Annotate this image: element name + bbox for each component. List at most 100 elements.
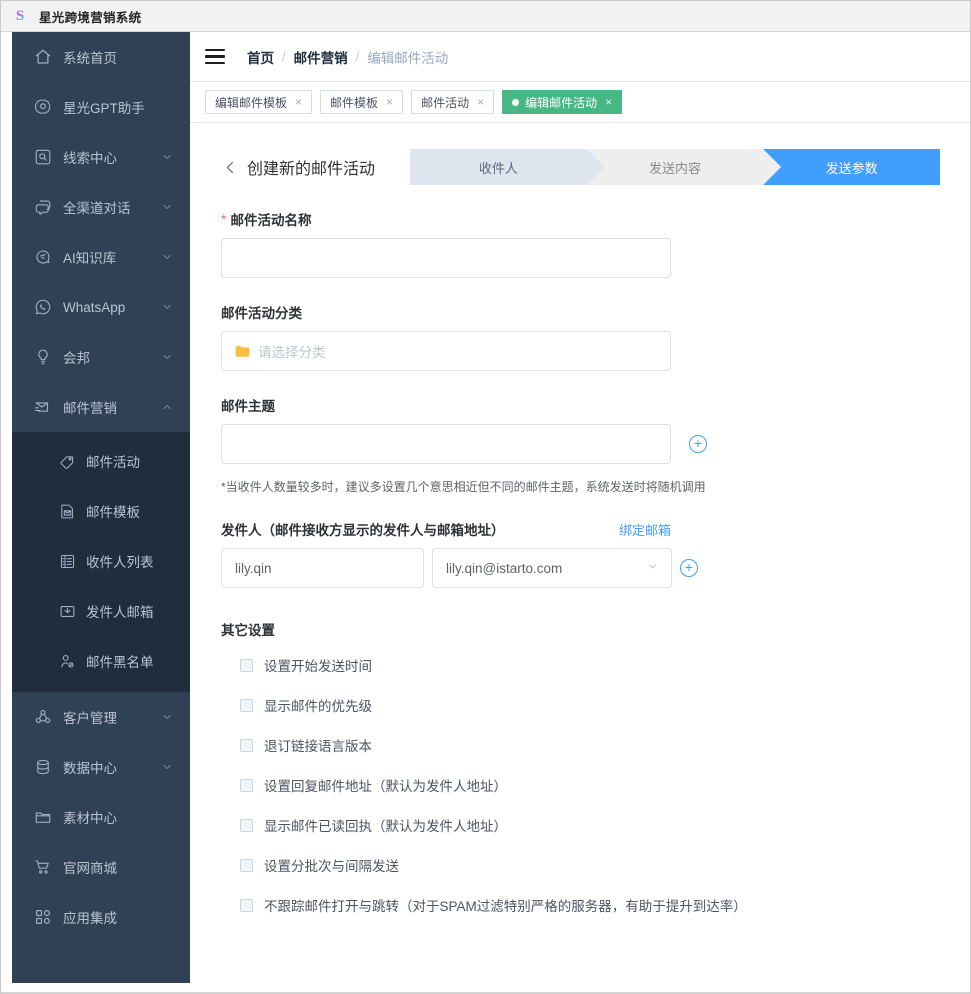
sidebar-item-home[interactable]: 系统首页 <box>12 32 190 82</box>
required-mark: * <box>221 211 227 227</box>
sidebar-item-huibang[interactable]: 会邦 <box>12 332 190 382</box>
campaign-name-input[interactable] <box>221 238 671 278</box>
chevron-up-icon <box>160 400 174 414</box>
chevron-down-icon <box>647 561 658 575</box>
sidebar-item-data-center[interactable]: 数据中心 <box>12 742 190 792</box>
sidebar-item-email-template[interactable]: 邮件模板 <box>12 486 190 536</box>
step-label: 发送参数 <box>825 160 878 176</box>
hamburger-icon[interactable] <box>205 49 225 64</box>
sidebar-subitem-label: 邮件模板 <box>86 505 140 520</box>
breadcrumb-item-home[interactable]: 首页 <box>247 47 274 67</box>
page-header: 创建新的邮件活动 收件人 发送内容 发送参数 <box>221 149 940 185</box>
campaign-name-label: * 邮件活动名称 <box>221 209 940 229</box>
checkbox[interactable] <box>240 778 253 792</box>
sidebar-item-recipient-list[interactable]: 收件人列表 <box>12 536 190 586</box>
sidebar-item-label: 应用集成 <box>63 911 117 926</box>
sidebar-item-gpt[interactable]: 星光GPT助手 <box>12 82 190 132</box>
plus-circle-icon[interactable]: + <box>689 435 707 453</box>
checkbox-label: 设置开始发送时间 <box>264 659 372 674</box>
tab-label: 邮件活动 <box>421 95 470 110</box>
tab-edit-email-campaign[interactable]: 编辑邮件活动 × <box>502 90 623 114</box>
checkbox[interactable] <box>240 818 253 832</box>
sidebar-item-label: AI知识库 <box>63 251 117 266</box>
checkbox[interactable] <box>240 658 253 672</box>
sidebar-item-label: 会邦 <box>63 351 90 366</box>
sender-label: 发件人（邮件接收方显示的发件人与邮箱地址） <box>221 523 505 538</box>
close-icon[interactable]: × <box>386 96 393 108</box>
bind-mailbox-link[interactable]: 绑定邮箱 <box>619 520 671 539</box>
step-recipients[interactable]: 收件人 <box>410 149 605 185</box>
customers-icon <box>34 708 52 726</box>
checkbox-row-no-tracking[interactable]: 不跟踪邮件打开与跳转（对于SPAM过滤特别严格的服务器，有助于提升到达率） <box>240 893 940 917</box>
sidebar-item-email-blacklist[interactable]: 邮件黑名单 <box>12 636 190 686</box>
email-subject-input[interactable] <box>221 424 671 464</box>
checkbox-label: 显示邮件的优先级 <box>264 699 372 714</box>
step-indicator: 收件人 发送内容 发送参数 <box>410 149 940 185</box>
breadcrumb-item-email-marketing[interactable]: 邮件营销 <box>294 47 348 67</box>
tab-email-template[interactable]: 邮件模板 × <box>320 90 404 114</box>
sidebar-item-app-integration[interactable]: 应用集成 <box>12 892 190 942</box>
tab-label: 邮件模板 <box>330 95 379 110</box>
chevron-down-icon <box>160 200 174 214</box>
window-title: 星光跨境营销系统 <box>39 10 142 25</box>
bottom-divider <box>1 992 970 993</box>
sidebar-item-sender-mailbox[interactable]: 发件人邮箱 <box>12 586 190 636</box>
breadcrumb-separator: / <box>355 49 360 64</box>
step-content[interactable]: 发送内容 <box>586 149 782 185</box>
chevron-left-icon[interactable] <box>221 158 239 176</box>
lead-search-icon <box>34 148 52 166</box>
tab-edit-email-template[interactable]: 编辑邮件模板 × <box>205 90 313 114</box>
step-arrow-icon <box>586 149 605 185</box>
campaign-category-select[interactable]: 请选择分类 <box>221 331 671 371</box>
apps-grid-icon <box>34 908 52 926</box>
template-icon <box>59 503 76 520</box>
checkbox-row-priority[interactable]: 显示邮件的优先级 <box>240 693 940 717</box>
sidebar-item-leads[interactable]: 线索中心 <box>12 132 190 182</box>
breadcrumb-separator: / <box>282 49 286 64</box>
sidebar-item-material-center[interactable]: 素材中心 <box>12 792 190 842</box>
checkbox-row-start-time[interactable]: 设置开始发送时间 <box>240 653 940 677</box>
chevron-down-icon <box>160 150 174 164</box>
tab-email-campaign[interactable]: 邮件活动 × <box>411 90 495 114</box>
campaign-category-label: 邮件活动分类 <box>221 302 940 322</box>
sidebar-item-email-campaign[interactable]: 邮件活动 <box>12 436 190 486</box>
checkbox[interactable] <box>240 738 253 752</box>
checkbox[interactable] <box>240 898 253 912</box>
checkbox-row-unsubscribe-language[interactable]: 退订链接语言版本 <box>240 733 940 757</box>
checkbox[interactable] <box>240 858 253 872</box>
chevron-down-icon <box>160 710 174 724</box>
checkbox-row-reply-address[interactable]: 设置回复邮件地址（默认为发件人地址） <box>240 773 940 797</box>
app-header: 首页 / 邮件营销 / 编辑邮件活动 <box>190 32 970 82</box>
sender-name-input[interactable]: lily.qin <box>221 548 424 588</box>
close-icon[interactable]: × <box>295 96 302 108</box>
other-settings-title: 其它设置 <box>221 623 275 638</box>
label-text: 邮件活动分类 <box>221 306 302 321</box>
step-parameters[interactable]: 发送参数 <box>763 149 940 185</box>
sidebar-item-omnichannel[interactable]: 全渠道对话 <box>12 182 190 232</box>
sender-fields-row: lily.qin lily.qin@istarto.com + <box>221 548 940 588</box>
user-block-icon <box>59 653 76 670</box>
sidebar-item-email-marketing[interactable]: 邮件营销 <box>12 382 190 432</box>
sidebar-subitem-label: 邮件黑名单 <box>86 655 154 670</box>
sidebar-subitem-label: 邮件活动 <box>86 455 140 470</box>
main-area: 首页 / 邮件营销 / 编辑邮件活动 编辑邮件模板 × 邮件模板 × 邮件活动 … <box>190 32 970 983</box>
sidebar-item-ai-knowledge[interactable]: AI知识库 <box>12 232 190 282</box>
bulb-icon <box>34 348 52 366</box>
sidebar-item-official-mall[interactable]: 官网商城 <box>12 842 190 892</box>
window-titlebar: S 星光跨境营销系统 <box>1 1 970 32</box>
mail-send-icon <box>34 398 52 416</box>
close-icon[interactable]: × <box>605 96 612 108</box>
checkbox[interactable] <box>240 698 253 712</box>
checkbox-row-batch-send[interactable]: 设置分批次与间隔发送 <box>240 853 940 877</box>
close-icon[interactable]: × <box>477 96 484 108</box>
step-label: 收件人 <box>478 160 518 176</box>
sidebar-item-label: 线索中心 <box>63 151 117 166</box>
add-sender-plus-circle-icon[interactable]: + <box>680 559 698 577</box>
sender-mailbox-select[interactable]: lily.qin@istarto.com <box>432 548 672 588</box>
checkbox-row-read-receipt[interactable]: 显示邮件已读回执（默认为发件人地址） <box>240 813 940 837</box>
sidebar-item-whatsapp[interactable]: WhatsApp <box>12 282 190 332</box>
sidebar-item-customer-management[interactable]: 客户管理 <box>12 692 190 742</box>
email-subject-row: + <box>221 424 940 464</box>
sidebar-item-label: 星光GPT助手 <box>63 101 145 116</box>
tab-bar: 编辑邮件模板 × 邮件模板 × 邮件活动 × 编辑邮件活动 × <box>190 82 970 123</box>
